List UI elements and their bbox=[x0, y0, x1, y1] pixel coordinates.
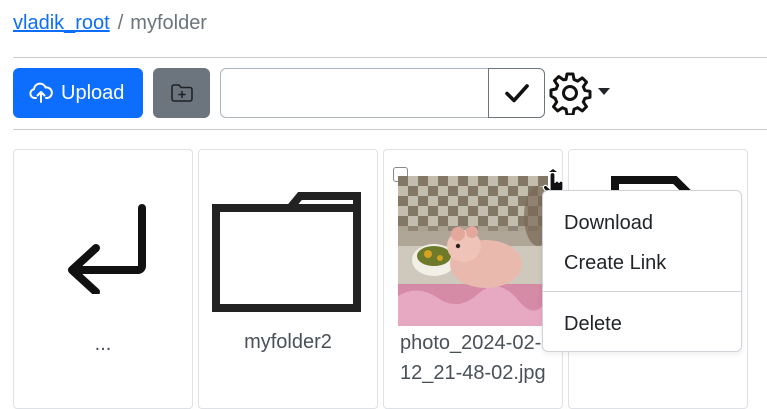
file-card-label: ... bbox=[94, 333, 112, 355]
file-card-parent[interactable]: ... bbox=[13, 149, 193, 409]
file-card-folder[interactable]: myfolder2 bbox=[198, 149, 378, 409]
file-name-line: photo_2024-02- bbox=[400, 332, 542, 354]
menu-item-delete[interactable]: Delete bbox=[564, 311, 622, 337]
folder-plus-icon bbox=[170, 84, 193, 102]
file-card-label: myfolder2 bbox=[244, 331, 332, 353]
menu-item-download[interactable]: Download bbox=[564, 210, 653, 236]
confirm-button[interactable] bbox=[488, 68, 545, 118]
folder-name-input[interactable] bbox=[220, 68, 490, 118]
file-name: photo_2024-02- 12_21-48-02.jpg bbox=[400, 328, 562, 388]
gear-icon[interactable] bbox=[548, 71, 592, 115]
image-thumbnail bbox=[398, 176, 548, 326]
menu-item-create-link[interactable]: Create Link bbox=[564, 250, 666, 276]
breadcrumb: vladik_root / myfolder bbox=[13, 11, 207, 35]
file-name-line: 12_21-48-02.jpg bbox=[400, 362, 546, 384]
return-arrow-icon bbox=[68, 204, 146, 294]
folder-icon bbox=[212, 192, 361, 312]
context-menu: Download Create Link Delete bbox=[542, 190, 742, 352]
breadcrumb-separator: / bbox=[117, 12, 124, 34]
upload-button[interactable]: Upload bbox=[13, 68, 143, 118]
divider bbox=[13, 57, 767, 58]
breadcrumb-current: myfolder bbox=[130, 12, 207, 34]
cloud-upload-icon bbox=[29, 82, 53, 103]
breadcrumb-root-link[interactable]: vladik_root bbox=[13, 12, 110, 34]
upload-button-label: Upload bbox=[61, 81, 125, 104]
new-folder-button[interactable] bbox=[153, 68, 210, 118]
checkmark-icon bbox=[504, 84, 529, 103]
caret-down-icon[interactable] bbox=[598, 88, 610, 95]
file-card-image[interactable]: photo_2024-02- 12_21-48-02.jpg bbox=[383, 149, 564, 409]
divider bbox=[13, 129, 767, 130]
menu-divider bbox=[543, 291, 741, 292]
